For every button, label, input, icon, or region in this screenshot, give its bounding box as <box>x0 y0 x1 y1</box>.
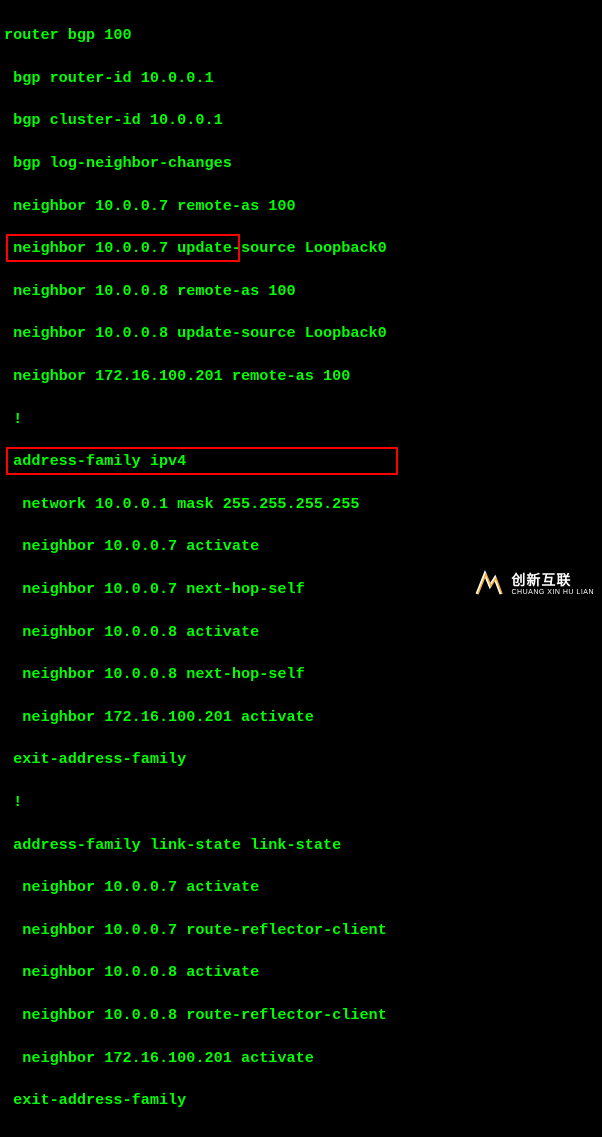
config-line: neighbor 172.16.100.201 activate <box>4 1048 598 1069</box>
config-line: neighbor 10.0.0.7 remote-as 100 <box>4 196 598 217</box>
config-line: address-family link-state link-state <box>4 835 598 856</box>
config-line: neighbor 10.0.0.7 activate <box>4 877 598 898</box>
watermark-logo-icon <box>473 568 505 600</box>
config-line: exit-address-family <box>4 749 598 770</box>
config-line: neighbor 10.0.0.7 update-source Loopback… <box>4 238 598 259</box>
watermark-text: 创新互联 CHUANG XIN HU LIAN <box>511 573 594 596</box>
config-line: ! <box>4 409 598 430</box>
config-line: network 10.0.0.1 mask 255.255.255.255 <box>4 494 598 515</box>
watermark-cn: 创新互联 <box>511 573 594 587</box>
config-line: neighbor 10.0.0.8 update-source Loopback… <box>4 323 598 344</box>
config-line: neighbor 10.0.0.8 activate <box>4 962 598 983</box>
config-line: neighbor 10.0.0.8 route-reflector-client <box>4 1005 598 1026</box>
config-line: address-family ipv4 <box>4 451 598 472</box>
config-line: neighbor 10.0.0.8 activate <box>4 622 598 643</box>
config-line: neighbor 172.16.100.201 remote-as 100 <box>4 366 598 387</box>
config-line: neighbor 10.0.0.8 remote-as 100 <box>4 281 598 302</box>
config-line: neighbor 10.0.0.8 next-hop-self <box>4 664 598 685</box>
config-line: router bgp 100 <box>4 25 598 46</box>
config-line: bgp router-id 10.0.0.1 <box>4 68 598 89</box>
config-line: neighbor 10.0.0.7 route-reflector-client <box>4 920 598 941</box>
config-line: neighbor 172.16.100.201 activate <box>4 707 598 728</box>
config-line: ! <box>4 792 598 813</box>
watermark: 创新互联 CHUANG XIN HU LIAN <box>473 568 594 600</box>
config-line: bgp cluster-id 10.0.0.1 <box>4 110 598 131</box>
config-line: exit-address-family <box>4 1090 598 1111</box>
watermark-en: CHUANG XIN HU LIAN <box>511 589 594 596</box>
config-line: neighbor 10.0.0.7 activate <box>4 536 598 557</box>
config-line: bgp log-neighbor-changes <box>4 153 598 174</box>
